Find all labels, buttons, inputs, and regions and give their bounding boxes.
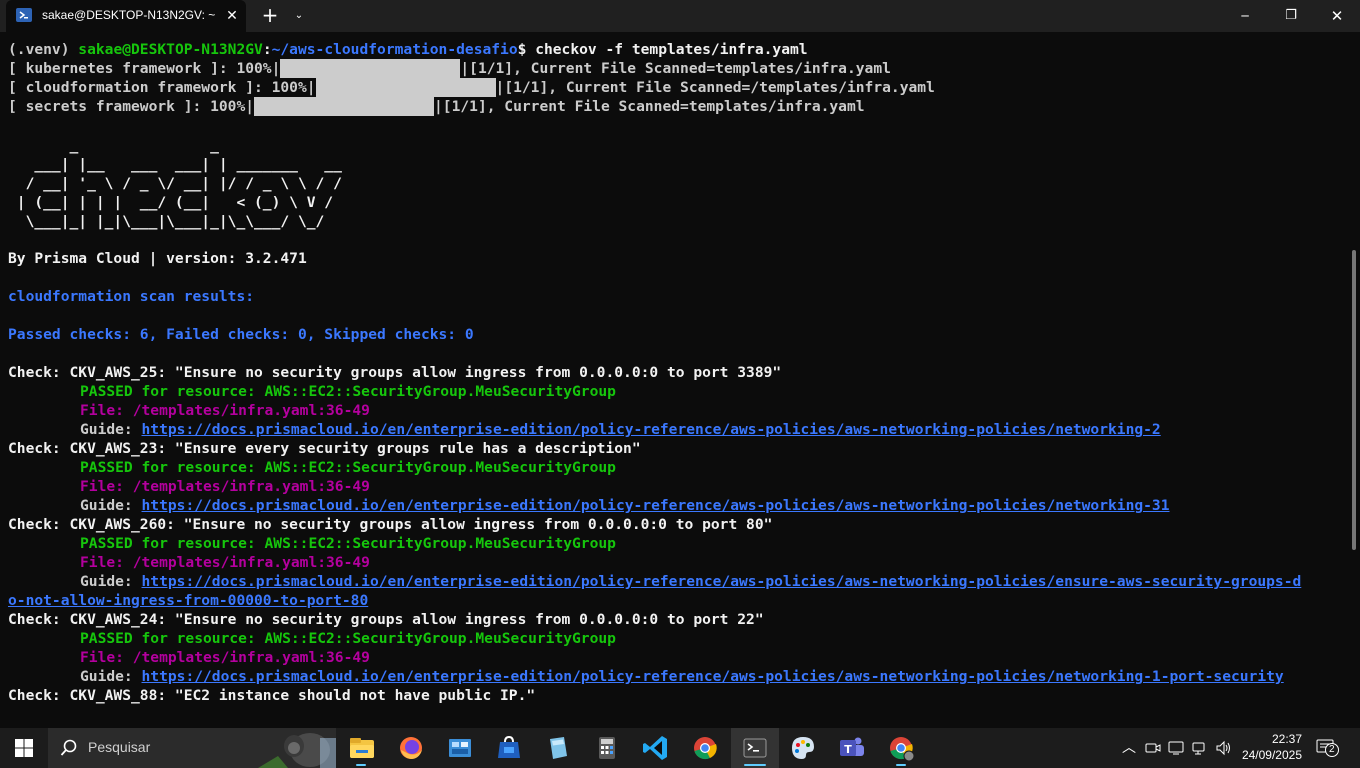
guide-line: Guide: https://docs.prismacloud.io/en/en… [80, 420, 1161, 439]
teams-icon[interactable]: T [836, 732, 868, 764]
prompt-symbol: $ [517, 41, 536, 58]
file-line: File: /templates/infra.yaml:36-49 [80, 402, 370, 419]
guide-label: Guide: [80, 421, 142, 438]
guide-line-cont: o-not-allow-ingress-from-00000-to-port-8… [8, 591, 368, 610]
firefox-icon[interactable] [395, 732, 427, 764]
active-indicator [744, 764, 766, 766]
check-line: Check: CKV_AWS_24: "Ensure no security g… [8, 611, 764, 628]
checkov-ascii-logo: _ _ ___| |__ ___ ___| | _______ __ / __|… [16, 137, 342, 230]
chevron-down-icon[interactable]: ⌄ [288, 4, 310, 28]
notepad-icon[interactable] [542, 732, 574, 764]
windows-start-icon[interactable] [0, 728, 48, 768]
file-line: File: /templates/infra.yaml:36-49 [80, 478, 370, 495]
progress-line: [ kubernetes framework ]: 100%| |[1/1], C… [8, 59, 891, 78]
vscode-icon[interactable] [640, 732, 672, 764]
guide-link[interactable]: https://docs.prismacloud.io/en/enterpris… [142, 421, 1161, 438]
passed-line: PASSED for resource: AWS::EC2::SecurityG… [80, 383, 616, 400]
taskbar: Pesquisar T ︿ 22:37 24/09/2025 2 [0, 728, 1360, 768]
terminal-taskbar-button[interactable] [731, 728, 779, 768]
terminal-output[interactable]: (.venv) sakae@DESKTOP-N13N2GV:~/aws-clou… [0, 32, 1360, 728]
control-panel-icon[interactable] [444, 732, 476, 764]
guide-link-cont[interactable]: o-not-allow-ingress-from-00000-to-port-8… [8, 592, 368, 609]
close-window-button[interactable]: ✕ [1314, 0, 1360, 32]
clock[interactable]: 22:37 24/09/2025 [1236, 731, 1302, 763]
prompt-colon: : [262, 41, 272, 58]
checks-summary: Passed checks: 6, Failed checks: 0, Skip… [8, 326, 474, 343]
check-line: Check: CKV_AWS_25: "Ensure no security g… [8, 364, 782, 381]
running-indicator [356, 764, 366, 766]
meet-now-icon[interactable] [1145, 740, 1161, 756]
powershell-icon [16, 8, 32, 22]
prompt-venv: (.venv) [8, 41, 79, 58]
maximize-button[interactable]: ❐ [1268, 0, 1314, 32]
show-hidden-icons-button[interactable]: ︿ [1118, 728, 1140, 768]
guide-label: Guide: [80, 573, 142, 590]
progress-suffix: |[1/1], Current File Scanned=/templates/… [495, 79, 935, 96]
running-indicator [896, 764, 906, 766]
prompt-path: ~/aws-cloudformation-desafio [271, 41, 518, 58]
terminal-tab[interactable]: sakae@DESKTOP-N13N2GV: ~ ✕ [6, 0, 246, 32]
scan-results-heading: cloudformation scan results: [8, 288, 255, 305]
calculator-icon[interactable] [591, 732, 623, 764]
terminal-icon [743, 738, 767, 758]
new-tab-button[interactable]: + [256, 4, 284, 28]
progress-bar [280, 59, 461, 78]
guide-line: Guide: https://docs.prismacloud.io/en/en… [80, 667, 1284, 686]
guide-label: Guide: [80, 668, 142, 685]
check-line: Check: CKV_AWS_260: "Ensure no security … [8, 516, 773, 533]
guide-link[interactable]: https://docs.prismacloud.io/en/enterpris… [142, 573, 1302, 590]
guide-line: Guide: https://docs.prismacloud.io/en/en… [80, 572, 1301, 591]
minimize-button[interactable]: ─ [1222, 0, 1268, 32]
network-display-icon[interactable] [1168, 740, 1184, 756]
progress-line: [ secrets framework ]: 100%| |[1/1], Curr… [8, 97, 865, 116]
progress-prefix: [ secrets framework ]: 100%| [8, 98, 255, 115]
passed-line: PASSED for resource: AWS::EC2::SecurityG… [80, 535, 616, 552]
file-line: File: /templates/infra.yaml:36-49 [80, 554, 370, 571]
check-line: Check: CKV_AWS_23: "Ensure every securit… [8, 440, 641, 457]
chrome-profile-icon[interactable] [885, 732, 917, 764]
title-bar: sakae@DESKTOP-N13N2GV: ~ ✕ + ⌄ ─ ❐ ✕ [0, 0, 1360, 32]
network-icon[interactable] [1192, 740, 1208, 756]
version-line: By Prisma Cloud | version: 3.2.471 [8, 250, 307, 267]
guide-line: Guide: https://docs.prismacloud.io/en/en… [80, 496, 1170, 515]
time-label: 22:37 [1271, 732, 1302, 746]
gorilla-search-highlight-icon [258, 728, 336, 768]
guide-label: Guide: [80, 497, 142, 514]
progress-suffix: |[1/1], Current File Scanned=templates/i… [460, 60, 891, 77]
notification-count-badge: 2 [1325, 743, 1339, 757]
volume-icon[interactable] [1215, 740, 1233, 756]
close-tab-button[interactable]: ✕ [220, 4, 244, 28]
paint-icon[interactable] [787, 732, 819, 764]
chrome-icon[interactable] [689, 732, 721, 764]
notifications-button[interactable]: 2 [1316, 739, 1342, 757]
command-text: checkov -f templates/infra.yaml [535, 41, 808, 58]
search-icon [60, 739, 77, 756]
file-line: File: /templates/infra.yaml:36-49 [80, 649, 370, 666]
date-label: 24/09/2025 [1241, 748, 1302, 762]
passed-line: PASSED for resource: AWS::EC2::SecurityG… [80, 459, 616, 476]
prompt-user: sakae@DESKTOP-N13N2GV [78, 41, 263, 58]
file-explorer-icon[interactable] [346, 732, 378, 764]
search-box[interactable]: Pesquisar [48, 728, 336, 768]
progress-suffix: |[1/1], Current File Scanned=templates/i… [434, 98, 865, 115]
progress-bar [254, 97, 435, 116]
store-icon[interactable] [493, 732, 525, 764]
progress-bar [315, 78, 496, 97]
progress-prefix: [ cloudformation framework ]: 100%| [8, 79, 316, 96]
progress-line: [ cloudformation framework ]: 100%| |[1/1… [8, 78, 935, 97]
guide-link[interactable]: https://docs.prismacloud.io/en/enterpris… [142, 497, 1170, 514]
prompt-line: (.venv) sakae@DESKTOP-N13N2GV:~/aws-clou… [8, 40, 808, 59]
guide-link[interactable]: https://docs.prismacloud.io/en/enterpris… [142, 668, 1284, 685]
check-line: Check: CKV_AWS_88: "EC2 instance should … [8, 687, 536, 704]
passed-line: PASSED for resource: AWS::EC2::SecurityG… [80, 630, 616, 647]
tab-title: sakae@DESKTOP-N13N2GV: ~ [42, 8, 216, 22]
progress-prefix: [ kubernetes framework ]: 100%| [8, 60, 281, 77]
scrollbar[interactable] [1352, 250, 1356, 550]
search-placeholder: Pesquisar [88, 739, 151, 755]
svg-text:T: T [844, 743, 852, 756]
